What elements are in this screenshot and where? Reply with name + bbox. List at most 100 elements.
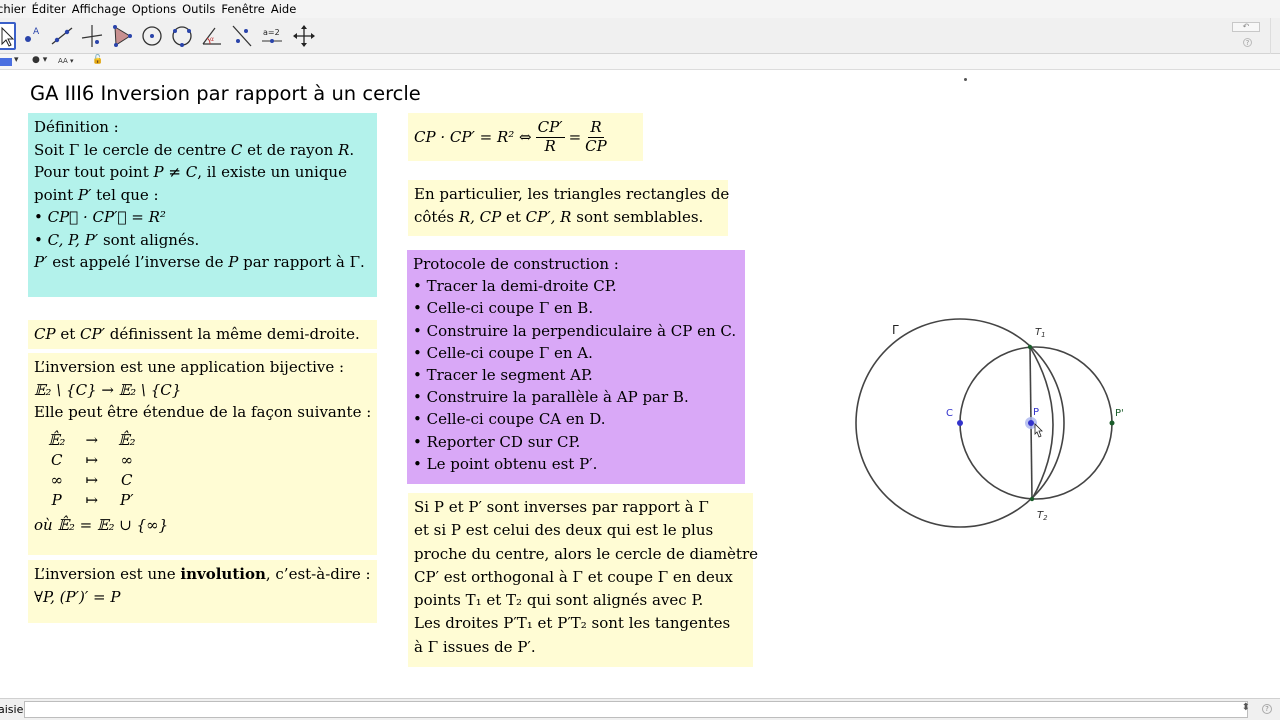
inversion-figure[interactable]: Γ C P P' T1 T2 — [830, 300, 1150, 550]
menu-tools[interactable]: Outils — [179, 2, 218, 16]
input-help-icon[interactable]: ? — [1262, 704, 1272, 714]
formula-lhs: CP · CP′ = R² ⇔ — [414, 127, 532, 146]
move-tool[interactable] — [0, 22, 16, 50]
orthogonal-line: Si P et P′ sont inverses par rapport à Γ — [414, 498, 709, 516]
fraction-1: CP′ R — [535, 118, 565, 155]
text-size-button[interactable]: AA ▾ — [58, 57, 74, 65]
orthogonal-line: Les droites P′T₁ et P′T₂ sont les tangen… — [414, 614, 731, 633]
angle-icon: α — [202, 27, 221, 45]
hand-cursor-icon — [1034, 423, 1043, 438]
point-t1[interactable] — [1027, 344, 1033, 350]
menu-file[interactable]: chier — [0, 2, 29, 16]
orthogonal-circle-box: Si P et P′ sont inverses par rapport à Γ… — [408, 493, 758, 667]
bijection-box: L’inversion est une application bijectiv… — [28, 353, 377, 555]
circle-3pt-tool[interactable] — [168, 22, 196, 50]
menu-window[interactable]: Fenêtre — [218, 2, 267, 16]
orthogonal-line: points T₁ et T₂ qui sont alignés avec P. — [414, 591, 704, 609]
undo-icon[interactable]: ↶ — [1232, 22, 1260, 32]
line-icon — [51, 27, 73, 45]
svg-text:A: A — [33, 27, 40, 37]
orthogonal-line: à Γ issues de P′. — [414, 637, 536, 656]
protocol-step: • Tracer la demi-droite CP. — [413, 277, 617, 296]
definition-bullet-2: • C, P, P′ sont alignés. — [34, 230, 200, 249]
slider-icon-label: a=2 — [263, 28, 280, 37]
similar-triangles-box: En particulier, les triangles rectangles… — [408, 180, 729, 236]
protocol-heading: Protocole de construction : — [413, 255, 619, 273]
lock-icon[interactable]: 🔓 — [92, 55, 103, 65]
point-p[interactable] — [1028, 420, 1034, 426]
point-a-icon: A — [25, 27, 40, 42]
point-t2[interactable] — [1029, 496, 1035, 502]
move-view-tool[interactable] — [290, 22, 318, 50]
toolbar-right: ↶ ? — [1216, 22, 1260, 50]
chevron-down-icon[interactable]: ▾ — [14, 55, 19, 65]
color-swatch[interactable] — [0, 58, 12, 66]
protocol-step: • Celle-ci coupe CA en D. — [413, 410, 606, 429]
definition-line-1: Soit Γ le cercle de centre C et de rayon… — [34, 140, 355, 159]
point-p-prime[interactable] — [1109, 420, 1115, 426]
orthogonal-line: et si P est celui des deux qui est le pl… — [414, 521, 714, 540]
help-icon[interactable]: ? — [1243, 38, 1252, 47]
line-tool[interactable] — [48, 22, 76, 50]
graphics-view[interactable]: GA III6 Inversion par rapport à un cercl… — [0, 70, 1280, 698]
definition-box: Définition : Soit Γ le cercle de centre … — [28, 113, 377, 297]
point-tool[interactable]: A — [18, 22, 46, 50]
table-row: 𝔼̂₂ → 𝔼̂₂ — [48, 430, 136, 449]
circle-points-icon — [172, 26, 192, 47]
involution-line-2: ∀P, (P′)′ = P — [34, 587, 121, 606]
algebra-input[interactable] — [25, 702, 1247, 717]
input-label: aisie: — [0, 703, 28, 716]
similar-line-2: côtés R, CP et CP′, R sont semblables. — [414, 207, 704, 226]
circle-tool[interactable] — [138, 22, 166, 50]
toolbar-scroll-edge — [1270, 18, 1280, 54]
slider-tool[interactable]: a=2 — [258, 22, 286, 50]
label-c: C — [946, 408, 953, 419]
bijection-line-2: 𝔼₂ \ {C} → 𝔼₂ \ {C} — [34, 380, 182, 399]
perpendicular-tool[interactable] — [78, 22, 106, 50]
protocol-step: • Celle-ci coupe Γ en B. — [413, 299, 594, 318]
orthogonal-line: CP′ est orthogonal à Γ et coupe Γ en deu… — [414, 567, 733, 586]
stray-dot — [964, 78, 967, 81]
protocol-step: • Reporter CD sur CP. — [413, 432, 581, 451]
menu-view[interactable]: Affichage — [69, 2, 129, 16]
definition-bullet-1: • CP⃗ · CP′⃗ = R² — [34, 208, 166, 226]
half-line-text: CP et CP′ définissent la même demi-droit… — [34, 325, 360, 343]
page-title: GA III6 Inversion par rapport à un cercl… — [30, 82, 421, 105]
point-c[interactable] — [957, 420, 963, 426]
menu-options[interactable]: Options — [129, 2, 179, 16]
involution-box: L’inversion est une involution, c’est-à-… — [28, 560, 377, 623]
protocol-step: • Tracer le segment AP. — [413, 365, 593, 384]
bijection-line-3: Elle peut être étendue de la façon suiva… — [34, 403, 372, 421]
toolbar: A α a=2 ↶ ? — [0, 18, 1280, 54]
protocol-step: • Construire la parallèle à AP par B. — [413, 388, 689, 407]
menubar: chier Éditer Affichage Options Outils Fe… — [0, 0, 1280, 18]
protocol-step: • Le point obtenu est P′. — [413, 454, 598, 473]
arrow-cursor-icon — [1, 26, 15, 47]
style-bar: ▾ ● ▾ AA ▾ 🔓 — [0, 54, 1280, 70]
table-row: ∞ ↦ C — [50, 470, 133, 489]
fraction-2: R CP — [585, 118, 607, 155]
label-p: P — [1033, 407, 1039, 418]
protocol-step: • Construire la perpendiculaire à CP en … — [413, 321, 737, 340]
involution-line-1: L’inversion est une involution, c’est-à-… — [34, 565, 371, 583]
label-p-prime: P' — [1115, 408, 1124, 419]
svg-text:α: α — [210, 36, 214, 43]
chevron-updown-icon[interactable]: ⬍ — [1242, 702, 1250, 713]
table-row: P ↦ P′ — [51, 490, 134, 509]
label-t1: T1 — [1035, 327, 1046, 339]
input-bar: aisie: ⬍ ? — [0, 698, 1280, 720]
slider-icon: a=2 — [262, 28, 282, 43]
polygon-tool[interactable] — [108, 22, 136, 50]
reflect-tool[interactable] — [228, 22, 256, 50]
point-style-icon[interactable]: ● ▾ — [32, 55, 47, 65]
table-row: C ↦ ∞ — [50, 450, 133, 469]
bijection-last-line: où 𝔼̂₂ = 𝔼₂ ∪ {∞} — [34, 515, 169, 534]
menu-help[interactable]: Aide — [268, 2, 299, 16]
half-line-box: CP et CP′ définissent la même demi-droit… — [28, 320, 377, 349]
menu-edit[interactable]: Éditer — [29, 2, 69, 16]
reflect-icon — [232, 25, 252, 47]
angle-tool[interactable]: α — [198, 22, 226, 50]
protocol-step: • Celle-ci coupe Γ en A. — [413, 343, 593, 362]
perpendicular-icon — [81, 25, 103, 47]
label-gamma: Γ — [892, 323, 899, 337]
